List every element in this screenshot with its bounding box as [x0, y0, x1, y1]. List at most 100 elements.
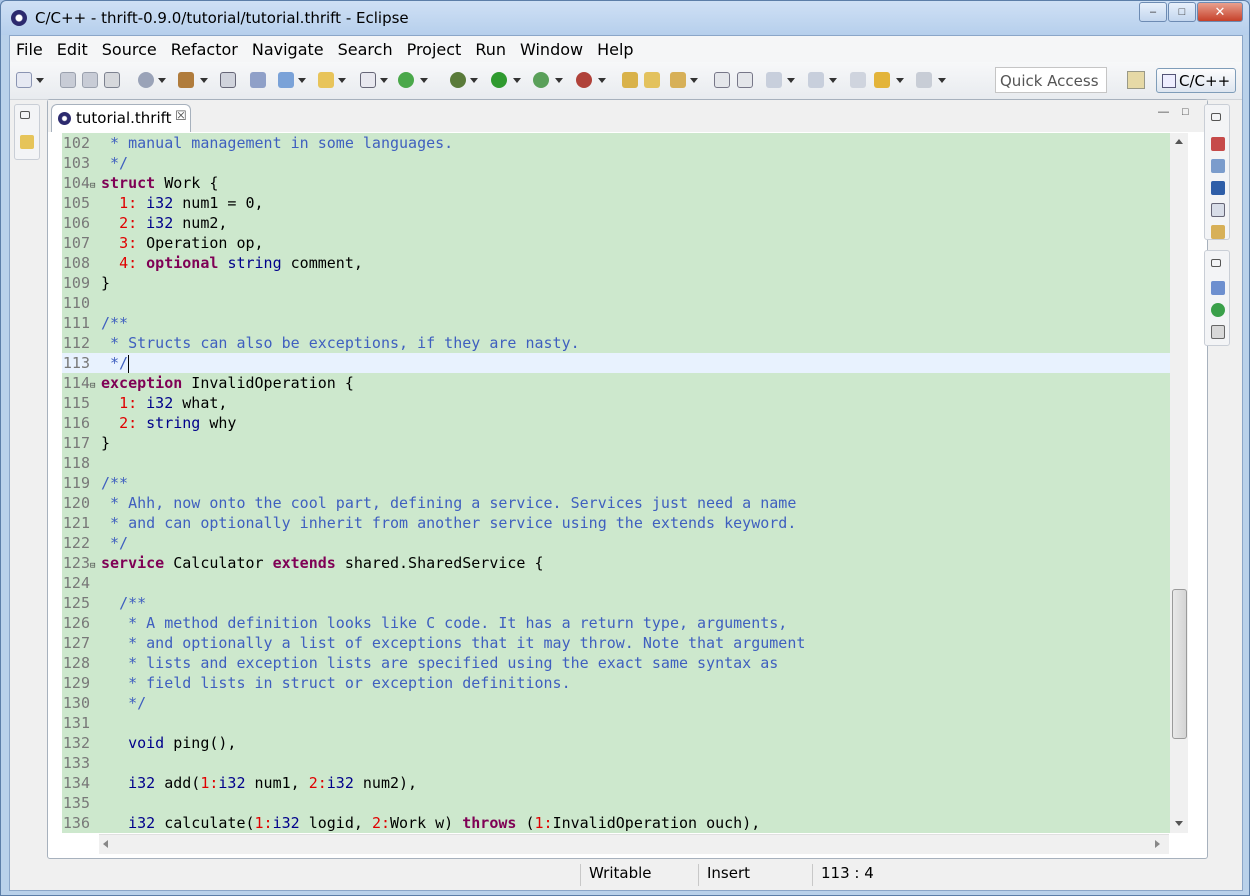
- pin-icon[interactable]: [250, 72, 266, 88]
- profile-dropdown-icon[interactable]: [555, 78, 563, 83]
- profile-icon[interactable]: [533, 72, 549, 88]
- code-line[interactable]: 121 * and can optionally inherit from an…: [62, 513, 1170, 533]
- code-line[interactable]: 109}: [62, 273, 1170, 293]
- debug-icon[interactable]: [450, 72, 466, 88]
- menu-refactor[interactable]: Refactor: [171, 40, 238, 59]
- menu-help[interactable]: Help: [597, 40, 633, 59]
- vertical-scroll-thumb[interactable]: [1172, 589, 1187, 739]
- maximize-editor-icon[interactable]: □: [1182, 106, 1189, 118]
- code-line[interactable]: 102 * manual management in some language…: [62, 133, 1170, 153]
- new-project-icon[interactable]: [278, 72, 294, 88]
- build-config-icon[interactable]: [138, 72, 154, 88]
- code-line[interactable]: 105 1: i32 num1 = 0,: [62, 193, 1170, 213]
- code-editor[interactable]: 102 * manual management in some language…: [62, 133, 1170, 833]
- new-folder-icon[interactable]: [318, 72, 334, 88]
- vertical-scrollbar[interactable]: [1170, 133, 1188, 833]
- menu-file[interactable]: File: [16, 40, 43, 59]
- code-line[interactable]: 115 1: i32 what,: [62, 393, 1170, 413]
- new-dropdown-icon[interactable]: [36, 78, 44, 83]
- run-dropdown-icon[interactable]: [513, 78, 521, 83]
- open-type-icon[interactable]: [622, 72, 638, 88]
- build-config-dropdown-icon[interactable]: [158, 78, 166, 83]
- perspective-cpp-button[interactable]: C/C++: [1156, 68, 1236, 93]
- code-line[interactable]: 133: [62, 753, 1170, 773]
- forward-dropdown-icon[interactable]: [938, 78, 946, 83]
- quick-access-input[interactable]: Quick Access: [995, 67, 1107, 93]
- search-icon[interactable]: [670, 72, 686, 88]
- back-icon[interactable]: [874, 72, 890, 88]
- code-line[interactable]: 106 2: i32 num2,: [62, 213, 1170, 233]
- code-line[interactable]: 110: [62, 293, 1170, 313]
- search-view-icon[interactable]: [1211, 225, 1225, 239]
- prev-annotation-dropdown-icon[interactable]: [829, 78, 837, 83]
- console-icon[interactable]: [1211, 181, 1225, 195]
- code-line[interactable]: 122 */: [62, 533, 1170, 553]
- menu-navigate[interactable]: Navigate: [252, 40, 324, 59]
- maximize-button[interactable]: □: [1168, 2, 1196, 22]
- code-line[interactable]: 132 void ping(),: [62, 733, 1170, 753]
- build-dropdown-icon[interactable]: [200, 78, 208, 83]
- restore-icon[interactable]: [1211, 113, 1221, 121]
- forward-icon[interactable]: [916, 72, 932, 88]
- open-perspective-icon[interactable]: [1127, 71, 1145, 89]
- prev-annotation-icon[interactable]: [808, 72, 824, 88]
- scroll-left-icon[interactable]: [103, 840, 108, 848]
- save-icon[interactable]: [60, 72, 76, 88]
- menu-run[interactable]: Run: [475, 40, 506, 59]
- last-edit-icon[interactable]: [850, 72, 866, 88]
- code-line[interactable]: 118: [62, 453, 1170, 473]
- tab-tutorial-thrift[interactable]: tutorial.thrift ☒: [51, 104, 191, 132]
- project-explorer-icon[interactable]: [20, 135, 34, 149]
- code-line[interactable]: 116 2: string why: [62, 413, 1170, 433]
- new-folder-dropdown-icon[interactable]: [338, 78, 346, 83]
- tab-close-icon[interactable]: ☒: [175, 109, 187, 124]
- save-all-icon[interactable]: [82, 72, 98, 88]
- code-line[interactable]: 112 * Structs can also be exceptions, if…: [62, 333, 1170, 353]
- code-line[interactable]: 120 * Ahh, now onto the cool part, defin…: [62, 493, 1170, 513]
- menu-edit[interactable]: Edit: [57, 40, 88, 59]
- code-line[interactable]: 126 * A method definition looks like C c…: [62, 613, 1170, 633]
- code-line[interactable]: 117}: [62, 433, 1170, 453]
- scroll-right-icon[interactable]: [1155, 840, 1160, 848]
- code-line[interactable]: 125 /**: [62, 593, 1170, 613]
- code-line[interactable]: 108 4: optional string comment,: [62, 253, 1170, 273]
- code-line[interactable]: 135: [62, 793, 1170, 813]
- toggle-mark-icon[interactable]: [714, 72, 730, 88]
- new-class-dropdown-icon[interactable]: [380, 78, 388, 83]
- code-line[interactable]: 107 3: Operation op,: [62, 233, 1170, 253]
- code-line[interactable]: 130 */: [62, 693, 1170, 713]
- close-button[interactable]: ✕: [1197, 2, 1243, 22]
- title-bar[interactable]: C/C++ - thrift-0.9.0/tutorial/tutorial.t…: [1, 1, 1249, 35]
- refresh-icon[interactable]: [398, 72, 414, 88]
- run-icon[interactable]: [491, 72, 507, 88]
- notes-icon[interactable]: [1211, 325, 1225, 339]
- external-tools-dropdown-icon[interactable]: [598, 78, 606, 83]
- problems-icon[interactable]: [1211, 137, 1225, 151]
- code-line[interactable]: 128 * lists and exception lists are spec…: [62, 653, 1170, 673]
- external-tools-icon[interactable]: [576, 72, 592, 88]
- code-line[interactable]: 111 /**: [62, 313, 1170, 333]
- code-line[interactable]: 119 /**: [62, 473, 1170, 493]
- new-class-icon[interactable]: [360, 72, 376, 88]
- code-line[interactable]: 113 */: [62, 353, 1170, 373]
- code-line[interactable]: 103 */: [62, 153, 1170, 173]
- properties-icon[interactable]: [1211, 203, 1225, 217]
- code-line[interactable]: 131: [62, 713, 1170, 733]
- code-line[interactable]: 114 ⊟ exception InvalidOperation {: [62, 373, 1170, 393]
- new-icon[interactable]: [16, 72, 32, 88]
- next-annotation-icon[interactable]: [766, 72, 782, 88]
- tasks-icon[interactable]: [1211, 159, 1225, 173]
- search-dropdown-icon[interactable]: [690, 78, 698, 83]
- menu-search[interactable]: Search: [338, 40, 393, 59]
- make-target-icon[interactable]: [1211, 303, 1225, 317]
- refresh-dropdown-icon[interactable]: [420, 78, 428, 83]
- restore-icon[interactable]: [1211, 259, 1221, 267]
- code-line[interactable]: 104 ⊟ struct Work {: [62, 173, 1170, 193]
- binary-icon[interactable]: [220, 72, 236, 88]
- back-dropdown-icon[interactable]: [896, 78, 904, 83]
- debug-dropdown-icon[interactable]: [470, 78, 478, 83]
- restore-icon[interactable]: [20, 111, 30, 119]
- code-line[interactable]: 124: [62, 573, 1170, 593]
- scroll-up-icon[interactable]: [1175, 139, 1183, 144]
- open-element-icon[interactable]: [644, 72, 660, 88]
